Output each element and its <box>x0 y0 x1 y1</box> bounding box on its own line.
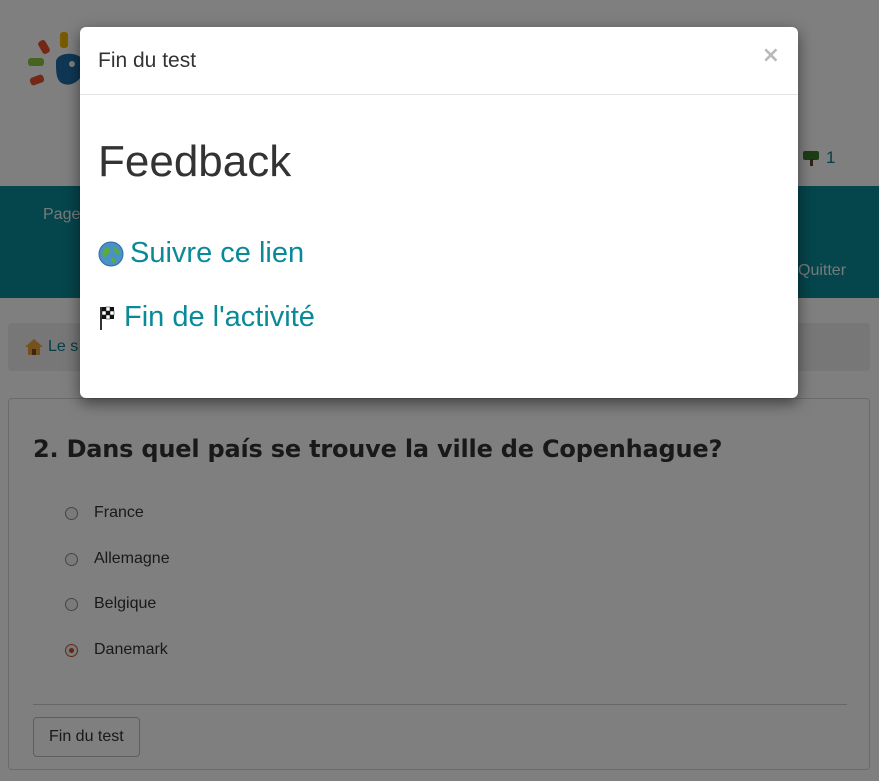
feedback-modal: Fin du test × Feedback Suivre ce lien Fi… <box>80 27 798 398</box>
end-activity-label: Fin de l'activité <box>124 301 315 333</box>
modal-header: Fin du test × <box>80 27 798 95</box>
follow-link[interactable]: Suivre ce lien <box>98 237 304 270</box>
checkered-flag-icon <box>100 306 115 330</box>
end-activity-link[interactable]: Fin de l'activité <box>98 301 315 334</box>
close-icon[interactable]: × <box>762 43 780 68</box>
feedback-heading: Feedback <box>98 137 292 186</box>
modal-title: Fin du test <box>98 49 197 72</box>
follow-link-label: Suivre ce lien <box>130 237 305 269</box>
globe-icon <box>98 241 124 266</box>
